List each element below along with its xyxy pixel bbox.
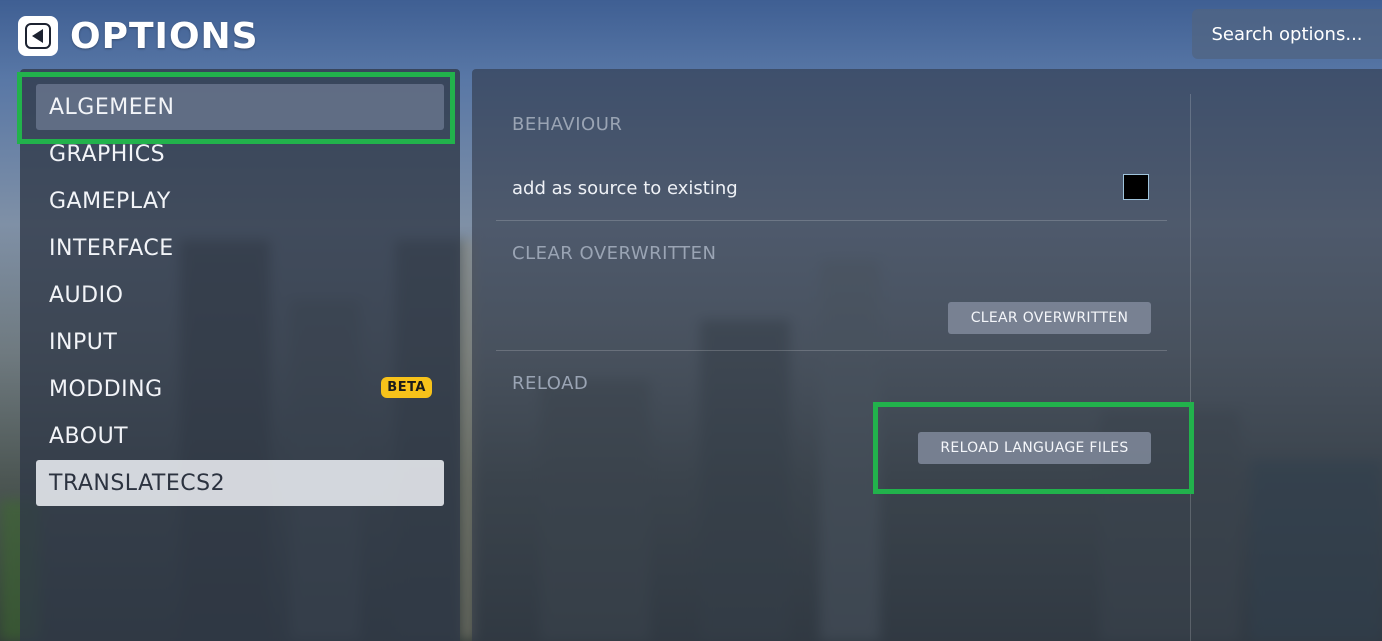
section-divider — [496, 220, 1167, 221]
sidebar-item-label: GAMEPLAY — [49, 188, 171, 214]
clear-overwritten-button[interactable]: CLEAR OVERWRITTEN — [948, 302, 1151, 334]
sidebar: ALGEMEEN GRAPHICS GAMEPLAY INTERFACE AUD… — [20, 69, 460, 641]
sidebar-item-translatecs2[interactable]: TRANSLATECS2 — [36, 460, 444, 506]
sidebar-item-audio[interactable]: AUDIO — [36, 272, 444, 318]
page-title: OPTIONS — [70, 15, 259, 57]
panel-divider — [1190, 94, 1191, 641]
sidebar-item-label: INTERFACE — [49, 235, 174, 261]
sidebar-item-algemeen[interactable]: ALGEMEEN — [36, 84, 444, 130]
sidebar-item-label: ALGEMEEN — [49, 94, 175, 120]
sidebar-item-gameplay[interactable]: GAMEPLAY — [36, 178, 444, 224]
sidebar-item-label: ABOUT — [49, 423, 129, 449]
option-label-add-source: add as source to existing — [512, 178, 738, 199]
section-divider — [496, 350, 1167, 351]
sidebar-item-label: MODDING — [49, 376, 163, 402]
sidebar-item-modding[interactable]: MODDING BETA — [36, 366, 444, 412]
search-input[interactable]: Search options... — [1192, 9, 1382, 59]
sidebar-item-label: AUDIO — [49, 282, 124, 308]
back-button[interactable] — [18, 16, 58, 56]
reload-language-files-button[interactable]: RELOAD LANGUAGE FILES — [918, 432, 1151, 464]
sidebar-item-label: INPUT — [49, 329, 118, 355]
section-title-behaviour: BEHAVIOUR — [512, 114, 623, 135]
section-title-reload: RELOAD — [512, 373, 589, 394]
sidebar-item-label: TRANSLATECS2 — [49, 470, 226, 496]
options-panel: BEHAVIOUR add as source to existing CLEA… — [472, 69, 1382, 641]
sidebar-item-graphics[interactable]: GRAPHICS — [36, 131, 444, 177]
beta-badge: BETA — [381, 377, 432, 398]
sidebar-item-about[interactable]: ABOUT — [36, 413, 444, 459]
add-source-checkbox[interactable] — [1123, 174, 1149, 200]
sidebar-item-interface[interactable]: INTERFACE — [36, 225, 444, 271]
back-arrow-icon — [25, 23, 51, 49]
header: OPTIONS — [18, 14, 259, 58]
sidebar-item-input[interactable]: INPUT — [36, 319, 444, 365]
sidebar-item-label: GRAPHICS — [49, 141, 166, 167]
section-title-clear-overwritten: CLEAR OVERWRITTEN — [512, 243, 717, 264]
